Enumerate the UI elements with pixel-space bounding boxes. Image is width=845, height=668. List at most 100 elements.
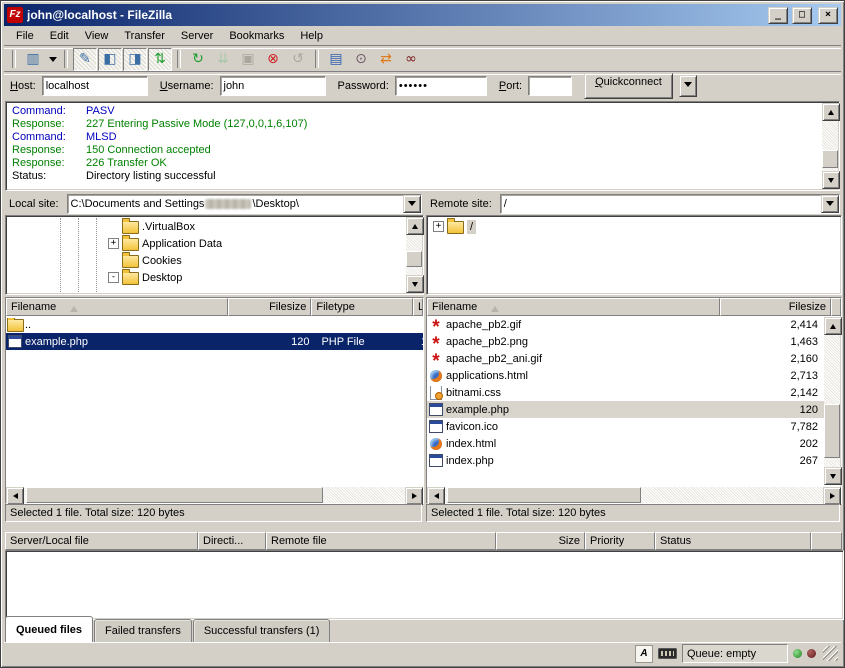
maximize-button[interactable]: □ [792, 7, 812, 24]
scroll-track[interactable] [406, 235, 422, 275]
site-manager-dropdown[interactable] [46, 49, 59, 70]
title-bar[interactable]: Fz john@localhost - FileZilla _ □ × [4, 4, 841, 26]
quickconnect-dropdown[interactable] [679, 75, 697, 97]
filter-button[interactable]: ▤ [324, 48, 348, 71]
menu-file[interactable]: File [8, 28, 42, 44]
file-row[interactable]: index.html202 [427, 435, 825, 452]
scroll-right-button[interactable] [405, 487, 423, 505]
username-input[interactable]: john [220, 76, 326, 96]
file-row[interactable]: bitnami.css2,142 [427, 384, 825, 401]
disconnect-button[interactable]: ⊗ [261, 48, 285, 71]
scroll-left-button[interactable] [427, 487, 445, 505]
column-header-priority[interactable]: Priority [585, 532, 655, 550]
scroll-thumb[interactable] [26, 487, 323, 503]
column-header-filesize[interactable]: Filesize [228, 298, 312, 316]
port-input[interactable] [528, 76, 572, 96]
menu-bookmarks[interactable]: Bookmarks [221, 28, 292, 44]
scroll-track[interactable] [824, 335, 840, 467]
quickconnect-button[interactable]: Quickconnect [584, 73, 673, 99]
column-header-filler [811, 532, 842, 550]
file-row-example-php[interactable]: example.php 120 PHP File 1 [6, 333, 423, 350]
remote-path[interactable]: / [501, 195, 821, 213]
column-header-size[interactable]: Size [496, 532, 585, 550]
remote-tree: +/ [426, 215, 842, 295]
scroll-up-button[interactable] [822, 103, 840, 121]
tree-item-root[interactable]: +/ [429, 218, 839, 235]
scroll-down-button[interactable] [824, 467, 842, 485]
speed-limit-icon[interactable] [658, 648, 677, 659]
menu-transfer[interactable]: Transfer [116, 28, 173, 44]
column-header-filesize[interactable]: Filesize [720, 298, 831, 316]
scroll-thumb[interactable] [447, 487, 641, 503]
toggle-queue-button[interactable]: ⇅ [148, 48, 172, 71]
toggle-message-log-button[interactable]: ✎ [73, 48, 97, 71]
menu-view[interactable]: View [77, 28, 117, 44]
local-path-dropdown[interactable] [403, 195, 421, 213]
tree-item-cookies[interactable]: Cookies [8, 252, 421, 269]
file-row-parent-dir[interactable]: .. [6, 316, 423, 333]
file-row[interactable]: favicon.ico7,782 [427, 418, 825, 435]
tree-item-desktop[interactable]: -Desktop [8, 269, 421, 286]
column-header-filetype[interactable]: Filetype [311, 298, 413, 316]
local-list-horizontal-scrollbar[interactable] [6, 487, 423, 503]
host-input[interactable]: localhost [42, 76, 148, 96]
tab-failed-transfers[interactable]: Failed transfers [94, 619, 192, 642]
scroll-track[interactable] [822, 121, 838, 171]
remote-list-horizontal-scrollbar[interactable] [427, 487, 841, 503]
column-header-filename[interactable]: Filename [427, 298, 720, 316]
menu-edit[interactable]: Edit [42, 28, 77, 44]
collapse-icon[interactable]: - [108, 272, 119, 283]
menu-server[interactable]: Server [173, 28, 221, 44]
toggle-remote-tree-button[interactable]: ◨ [123, 48, 147, 71]
file-row[interactable]: *apache_pb2_ani.gif2,160 [427, 350, 825, 367]
scroll-right-button[interactable] [823, 487, 841, 505]
close-button[interactable]: × [818, 7, 838, 24]
file-row[interactable]: applications.html2,713 [427, 367, 825, 384]
process-queue-button[interactable]: ⇊ [211, 48, 235, 71]
column-header-remote-file[interactable]: Remote file [266, 532, 496, 550]
column-header-status[interactable]: Status [655, 532, 811, 550]
cancel-operation-button[interactable]: ▣ [236, 48, 260, 71]
column-header-server-local-file[interactable]: Server/Local file [5, 532, 198, 550]
data-type-indicator[interactable]: A [635, 645, 653, 663]
expand-icon[interactable]: + [433, 221, 444, 232]
tree-item-virtualbox[interactable]: .VirtualBox [8, 218, 421, 235]
refresh-button[interactable]: ↻ [186, 48, 210, 71]
directory-comparison-button[interactable]: ⊙ [349, 48, 373, 71]
minimize-button[interactable]: _ [768, 7, 788, 24]
resize-grip-icon[interactable] [823, 646, 838, 661]
tab-successful-transfers[interactable]: Successful transfers (1) [193, 619, 331, 642]
remote-list-vertical-scrollbar[interactable] [824, 317, 840, 485]
app-icon[interactable]: Fz [7, 7, 23, 23]
log-vertical-scrollbar[interactable] [822, 103, 838, 189]
remote-path-dropdown[interactable] [821, 195, 839, 213]
scroll-thumb[interactable] [824, 404, 840, 458]
file-row-selected[interactable]: example.php120 [427, 401, 825, 418]
pane-splitter[interactable] [422, 194, 426, 522]
find-files-button[interactable]: ∞ [399, 48, 423, 71]
password-input[interactable]: •••••• [395, 76, 487, 96]
scroll-left-button[interactable] [6, 487, 24, 505]
menu-help[interactable]: Help [292, 28, 331, 44]
scroll-track[interactable] [24, 487, 405, 503]
scroll-track[interactable] [445, 487, 823, 503]
file-row[interactable]: index.php267 [427, 452, 825, 469]
username-label: Username: [160, 80, 214, 92]
scroll-down-button[interactable] [822, 171, 840, 189]
toggle-local-tree-button[interactable]: ◧ [98, 48, 122, 71]
synchronized-browsing-button[interactable]: ⇄ [374, 48, 398, 71]
tree-item-application-data[interactable]: +Application Data [8, 235, 421, 252]
local-path[interactable]: C:\Documents and Settings\Desktop\ [68, 195, 403, 213]
tab-queued-files[interactable]: Queued files [5, 616, 93, 642]
scroll-up-button[interactable] [824, 317, 842, 335]
column-header-filename[interactable]: Filename [6, 298, 228, 316]
local-tree-scrollbar[interactable] [406, 217, 422, 293]
site-manager-button[interactable]: ▥ [21, 48, 45, 71]
remote-site-combo[interactable]: / [500, 194, 840, 214]
local-site-combo[interactable]: C:\Documents and Settings\Desktop\ [67, 194, 422, 214]
reconnect-button[interactable]: ↺ [286, 48, 310, 71]
scroll-thumb[interactable] [406, 251, 422, 267]
expand-icon[interactable]: + [108, 238, 119, 249]
column-header-direction[interactable]: Directi... [198, 532, 266, 550]
scroll-thumb[interactable] [822, 150, 838, 168]
